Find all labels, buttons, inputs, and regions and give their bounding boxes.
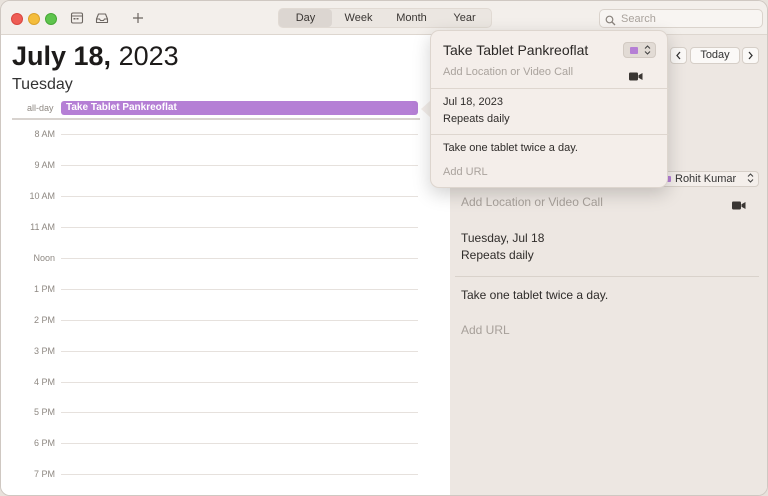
hour-line [61, 412, 418, 413]
inspector-location-field[interactable]: Add Location or Video Call [461, 195, 603, 209]
hour-line [61, 351, 418, 352]
hour-line [61, 382, 418, 383]
inspector-divider [455, 276, 759, 277]
search-input[interactable]: Search [599, 9, 763, 28]
hour-label: 3 PM [33, 346, 55, 356]
popover-notes[interactable]: Take one tablet twice a day. [443, 142, 578, 154]
popover-url-field[interactable]: Add URL [443, 166, 488, 178]
date-month-day: July 18, [12, 41, 112, 71]
hour-line [61, 289, 418, 290]
hour-label: 4 PM [33, 377, 55, 387]
video-camera-icon[interactable] [732, 197, 746, 210]
chevron-left-icon [676, 51, 681, 60]
inspector-notes[interactable]: Take one tablet twice a day. [461, 288, 608, 302]
all-day-divider [12, 118, 420, 120]
hour-line [61, 474, 418, 475]
hour-line [61, 165, 418, 166]
next-day-button[interactable] [742, 47, 759, 64]
popover-divider [431, 134, 669, 135]
event-color-picker[interactable] [623, 42, 656, 58]
event-color-swatch [630, 47, 638, 54]
previous-day-button[interactable] [670, 47, 687, 64]
event-title[interactable]: Take Tablet Pankreoflat [443, 42, 588, 58]
hour-label: 8 AM [34, 129, 55, 139]
inbox-icon[interactable] [95, 11, 109, 25]
hour-line [61, 320, 418, 321]
all-day-label: all-day [27, 103, 54, 113]
popover-arrow [421, 101, 430, 117]
search-placeholder: Search [621, 13, 656, 25]
hour-label: 1 PM [33, 284, 55, 294]
tab-year[interactable]: Year [438, 9, 491, 27]
all-day-event[interactable]: Take Tablet Pankreoflat [61, 101, 418, 115]
hour-label: 5 PM [33, 407, 55, 417]
calendar-list-icon[interactable] [70, 11, 84, 25]
popover-repeat[interactable]: Repeats daily [443, 113, 510, 125]
video-camera-icon[interactable] [629, 68, 643, 81]
hour-label: 7 PM [33, 469, 55, 479]
search-icon [605, 13, 616, 31]
hour-label: 10 AM [29, 191, 55, 201]
weekday-label: Tuesday [12, 76, 73, 93]
hour-line [61, 258, 418, 259]
popover-divider [431, 88, 669, 89]
hour-label: 2 PM [33, 315, 55, 325]
date-year: 2023 [118, 41, 179, 71]
view-switcher: Day Week Month Year [278, 8, 492, 28]
popover-date[interactable]: Jul 18, 2023 [443, 96, 503, 108]
hour-label: 11 AM [30, 222, 55, 232]
tab-month[interactable]: Month [385, 9, 438, 27]
tab-week[interactable]: Week [332, 9, 385, 27]
calendar-select[interactable]: Rohit Kumar [658, 171, 759, 187]
hour-line [61, 134, 418, 135]
popover-location-field[interactable]: Add Location or Video Call [443, 66, 573, 78]
inspector-date[interactable]: Tuesday, Jul 18 [461, 231, 544, 245]
chevron-updown-icon [644, 44, 651, 58]
inspector-repeat[interactable]: Repeats daily [461, 248, 534, 262]
hour-label: 9 AM [34, 160, 55, 170]
add-event-icon[interactable] [131, 11, 145, 25]
close-button[interactable] [11, 13, 23, 25]
minimize-button[interactable] [28, 13, 40, 25]
hour-label: 6 PM [33, 438, 55, 448]
hour-label: Noon [33, 253, 55, 263]
hour-line [61, 196, 418, 197]
today-button[interactable]: Today [690, 47, 740, 64]
calendar-name: Rohit Kumar [675, 173, 737, 185]
page-title: July 18, 2023 [12, 41, 179, 72]
zoom-button[interactable] [45, 13, 57, 25]
hour-line [61, 443, 418, 444]
calendar-window: Day Week Month Year Search July 18, 2023… [0, 0, 768, 496]
tab-day[interactable]: Day [279, 9, 332, 27]
chevron-updown-icon [747, 172, 754, 188]
inspector-url-field[interactable]: Add URL [461, 323, 510, 337]
chevron-right-icon [748, 51, 753, 60]
hour-line [61, 227, 418, 228]
event-popover: Take Tablet Pankreoflat Add Location or … [430, 30, 669, 188]
